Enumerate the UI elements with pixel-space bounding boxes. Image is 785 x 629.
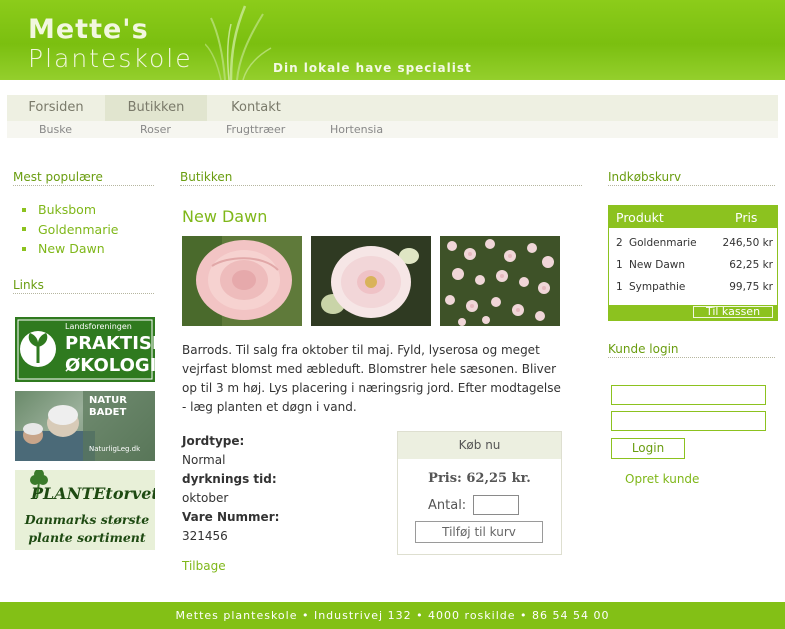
cart-price: 99,75 kr [729, 281, 773, 293]
username-field[interactable] [611, 385, 766, 405]
popular-section-title: Mest populære [13, 171, 154, 186]
bullet-icon [22, 227, 26, 232]
add-to-cart-button[interactable]: Tilføj til kurv [415, 521, 543, 543]
spec-label-varenummer: Vare Nummer: [182, 510, 280, 524]
popular-item-label[interactable]: New Dawn [38, 241, 105, 256]
logo-subtitle[interactable]: Planteskole [28, 44, 193, 73]
popular-item-label[interactable]: Buksbom [38, 202, 96, 217]
grass-decoration [205, 5, 272, 80]
create-customer-link[interactable]: Opret kunde [625, 472, 699, 486]
subnav-item-roser[interactable]: Roser [140, 121, 171, 138]
ad-line3: NaturligLeg.dk [89, 445, 141, 453]
ad-plantetorvet[interactable]: PLANTEtorvet Danmarks største plante sor… [15, 470, 155, 550]
bullet-icon [22, 207, 26, 212]
popular-list: Buksbom Goldenmarie New Dawn [22, 200, 119, 259]
cart-header-product: Produkt [616, 210, 664, 225]
shopping-cart: Produkt Pris 2 Goldenmarie 246,50 kr 1 N… [608, 205, 778, 321]
buy-box-title: Køb nu [398, 432, 561, 459]
ad-line1: PLANTEtorvet [31, 484, 155, 503]
quantity-input[interactable] [473, 495, 519, 515]
bullet-icon [22, 246, 26, 251]
cart-footer: Til kassen [609, 305, 777, 320]
cart-qty: 1 [616, 281, 623, 293]
spec-label-jordtype: Jordtype: [182, 434, 245, 448]
subnav-item-frugttraeer[interactable]: Frugttræer [226, 121, 285, 138]
nav-item-kontakt[interactable]: Kontakt [207, 95, 305, 121]
cart-product[interactable]: Goldenmarie [629, 237, 697, 249]
ad-line3: plante sortiment [28, 530, 146, 545]
quantity-label: Antal: [428, 498, 467, 513]
subnav-item-buske[interactable]: Buske [39, 121, 72, 138]
spec-label-dyrkningstid: dyrknings tid: [182, 472, 277, 486]
main-nav: Forsiden Butikken Kontakt [7, 95, 778, 121]
links-section-title: Links [13, 279, 154, 294]
rose-closeup-image [182, 236, 302, 326]
ad-line3: ØKOLOGI [65, 355, 155, 376]
ad-line2: PRAKTISK [65, 333, 155, 354]
back-link[interactable]: Tilbage [182, 559, 226, 573]
cart-qty: 1 [616, 259, 623, 271]
product-description: Barrods. Til salg fra oktober til maj. F… [182, 343, 561, 414]
site-footer: Mettes planteskole • Industrivej 132 • 4… [0, 602, 785, 629]
password-field[interactable] [611, 411, 766, 431]
login-button[interactable]: Login [611, 438, 685, 459]
ad-line1: NATUR [89, 395, 127, 406]
cart-header: Produkt Pris [609, 206, 777, 228]
product-price: Pris: 62,25 kr. [428, 471, 531, 486]
tagline: Din lokale have specialist [273, 61, 472, 75]
product-photo-3[interactable] [440, 236, 560, 326]
nav-item-forsiden[interactable]: Forsiden [7, 95, 105, 121]
list-item[interactable]: Goldenmarie [22, 220, 119, 240]
spec-value-jordtype: Normal [182, 453, 226, 467]
rose-bloom-image [311, 236, 431, 326]
popular-item-label[interactable]: Goldenmarie [38, 222, 119, 237]
ad-line2: BADET [89, 407, 127, 418]
ad-line1: Landsforeningen [65, 322, 132, 331]
cart-section-title: Indkøbskurv [608, 171, 775, 186]
nav-item-butikken[interactable]: Butikken [105, 95, 207, 121]
list-item[interactable]: New Dawn [22, 239, 119, 259]
cart-product[interactable]: Sympathie [629, 281, 685, 293]
product-photo-1[interactable] [182, 236, 302, 326]
ad-natur-badet[interactable]: NATUR BADET NaturligLeg.dk [15, 391, 155, 461]
table-row: 2 Goldenmarie 246,50 kr [609, 237, 777, 253]
cart-price: 246,50 kr [722, 237, 773, 249]
product-title: New Dawn [182, 207, 268, 226]
spec-value-varenummer: 321456 [182, 529, 228, 543]
product-photo-2[interactable] [311, 236, 431, 326]
list-item[interactable]: Buksbom [22, 200, 119, 220]
cart-product[interactable]: New Dawn [629, 259, 685, 271]
cart-qty: 2 [616, 237, 623, 249]
sub-nav: Buske Roser Frugttræer Hortensia [7, 121, 778, 138]
subnav-item-hortensia[interactable]: Hortensia [330, 121, 383, 138]
cart-price: 62,25 kr [729, 259, 773, 271]
rose-bush-image [440, 236, 560, 326]
shop-section-title: Butikken [180, 171, 582, 186]
logo-title[interactable]: Mette's [28, 14, 149, 45]
product-specs: Jordtype: Normal dyrknings tid: oktober … [182, 432, 279, 546]
table-row: 1 Sympathie 99,75 kr [609, 281, 777, 297]
site-header: Mette's Planteskole Din lokale have spec… [0, 0, 785, 80]
ad-praktisk-okologi[interactable]: Landsforeningen PRAKTISK ØKOLOGI [15, 317, 155, 382]
login-section-title: Kunde login [608, 343, 775, 358]
spec-value-dyrkningstid: oktober [182, 491, 229, 505]
cart-header-price: Pris [735, 210, 758, 225]
ad-line2: Danmarks største [24, 512, 150, 527]
buy-box: Køb nu Pris: 62,25 kr. Antal: Tilføj til… [397, 431, 562, 555]
table-row: 1 New Dawn 62,25 kr [609, 259, 777, 275]
checkout-button[interactable]: Til kassen [693, 306, 773, 318]
